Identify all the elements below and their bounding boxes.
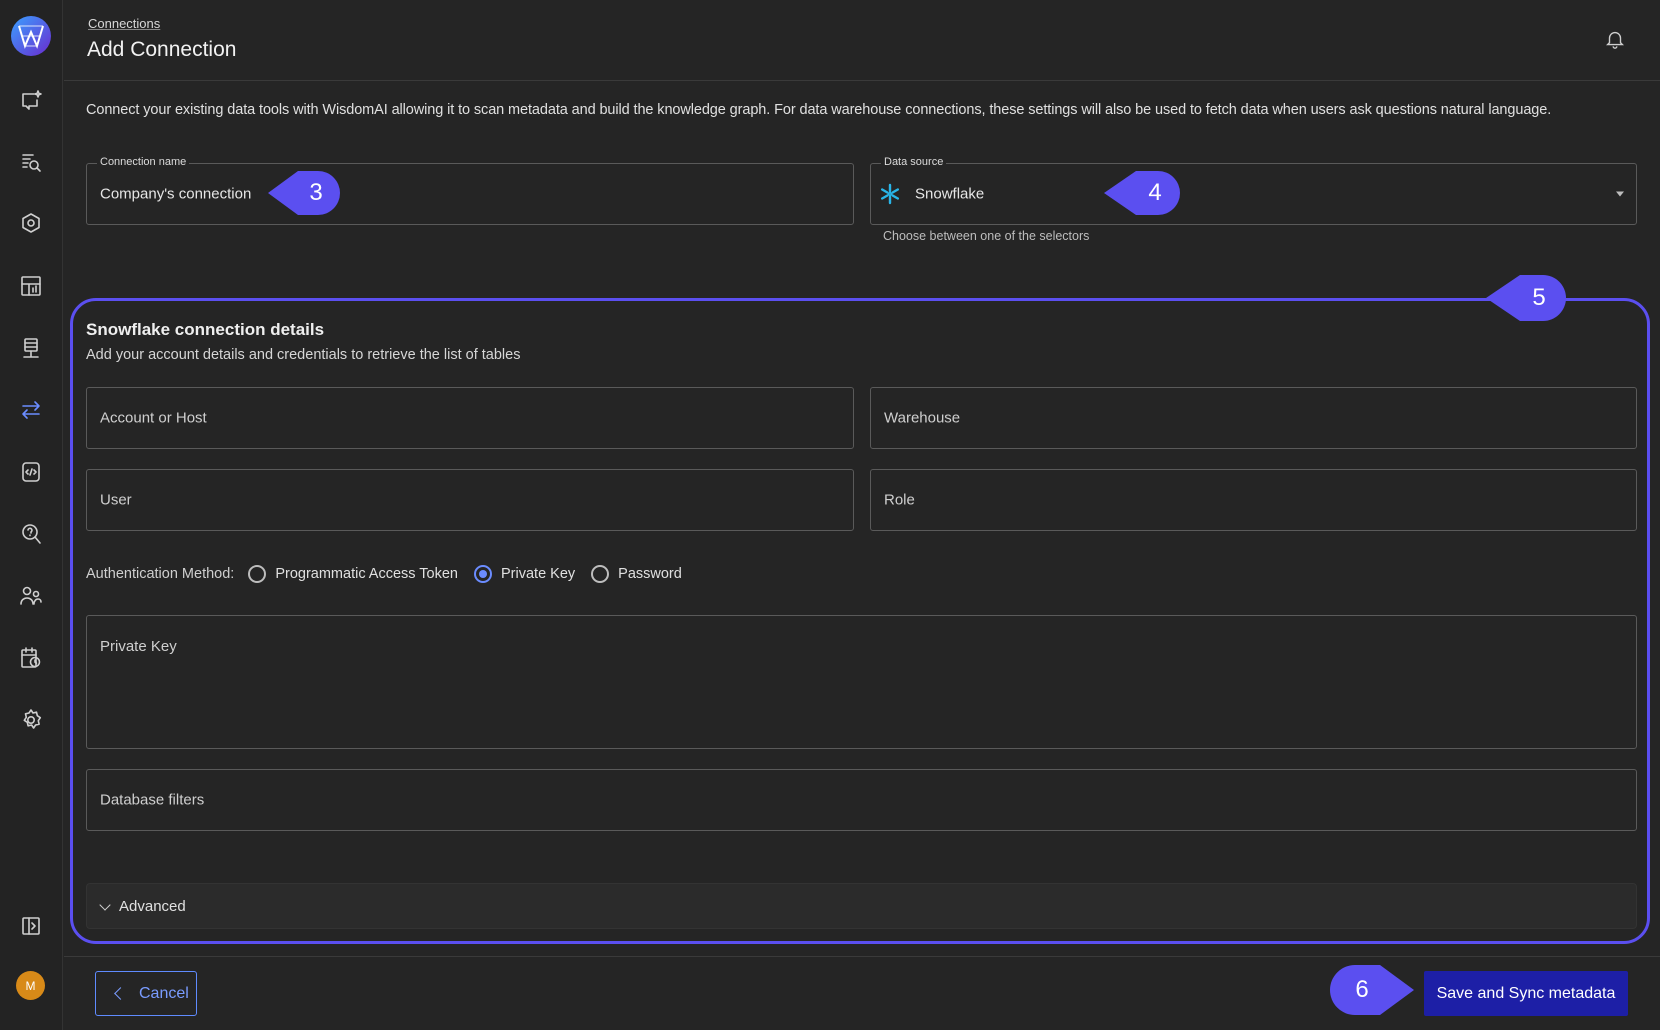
- data-source-value: Snowflake: [915, 185, 985, 203]
- page-header: Connections Add Connection: [64, 0, 1660, 81]
- callout-3: 3: [268, 171, 340, 215]
- database-filters-input[interactable]: Database filters: [86, 769, 1637, 831]
- callout-4: 4: [1104, 171, 1180, 215]
- radio-password[interactable]: Password: [591, 565, 682, 583]
- settings-gear-icon[interactable]: [17, 706, 45, 734]
- radio-private-key[interactable]: Private Key: [474, 565, 575, 583]
- data-source-label: Data source: [881, 156, 947, 168]
- callout-6: 6: [1330, 965, 1414, 1015]
- search-document-icon[interactable]: [17, 148, 45, 176]
- auth-method-row: Authentication Method: Programmatic Acce…: [86, 563, 698, 585]
- radio-circle-icon: [248, 565, 267, 583]
- users-icon[interactable]: [17, 582, 45, 610]
- section-subtitle: Add your account details and credentials…: [86, 347, 521, 363]
- code-file-icon[interactable]: [17, 458, 45, 486]
- callout-5-number: 5: [1532, 284, 1546, 311]
- notification-bell-icon[interactable]: [1604, 28, 1628, 52]
- data-server-icon[interactable]: [17, 334, 45, 362]
- callout-5: 5: [1486, 275, 1566, 321]
- role-input[interactable]: Role: [870, 469, 1637, 531]
- breadcrumb-connections[interactable]: Connections: [88, 16, 160, 31]
- help-search-icon[interactable]: [17, 520, 45, 548]
- callout-4-number: 4: [1148, 179, 1162, 206]
- warehouse-input[interactable]: Warehouse: [870, 387, 1637, 449]
- avatar-initial: M: [25, 978, 36, 993]
- dashboard-chart-icon[interactable]: [17, 272, 45, 300]
- callout-3-number: 3: [309, 179, 323, 206]
- advanced-label: Advanced: [119, 898, 186, 915]
- data-source-helper: Choose between one of the selectors: [883, 229, 1090, 243]
- radio-programmatic-access-token[interactable]: Programmatic Access Token: [248, 565, 458, 583]
- warehouse-placeholder: Warehouse: [884, 409, 961, 427]
- connection-name-field[interactable]: Connection name Company's connection: [86, 156, 854, 225]
- save-and-sync-button[interactable]: Save and Sync metadata: [1424, 971, 1628, 1016]
- advanced-accordion[interactable]: Advanced: [86, 883, 1637, 929]
- user-placeholder: User: [100, 491, 132, 509]
- auth-method-label: Authentication Method:: [86, 566, 235, 582]
- chat-sparkle-icon[interactable]: [17, 86, 45, 114]
- chevron-down-icon: [99, 899, 111, 911]
- section-title: Snowflake connection details: [86, 320, 325, 339]
- data-source-select[interactable]: Data source Snowflake: [870, 156, 1637, 225]
- database-filters-placeholder: Database filters: [100, 791, 205, 809]
- snowflake-icon: [878, 182, 902, 206]
- dropdown-arrow-icon: [1616, 191, 1624, 197]
- radio-label: Private Key: [501, 566, 576, 582]
- intro-text: Connect your existing data tools with Wi…: [86, 102, 1552, 118]
- connection-name-label: Connection name: [97, 156, 190, 168]
- radio-label: Programmatic Access Token: [275, 566, 458, 582]
- graph-hexagon-icon[interactable]: [17, 210, 45, 238]
- radio-label: Password: [618, 566, 682, 582]
- private-key-textarea[interactable]: Private Key: [86, 615, 1637, 749]
- radio-circle-icon: [591, 565, 610, 583]
- role-placeholder: Role: [884, 491, 915, 509]
- user-input[interactable]: User: [86, 469, 854, 531]
- calendar-clock-icon[interactable]: [17, 644, 45, 672]
- sidebar: M: [0, 0, 63, 1030]
- cancel-label: Cancel: [139, 984, 189, 1002]
- account-host-input[interactable]: Account or Host: [86, 387, 854, 449]
- footer-divider: [64, 956, 1660, 957]
- page-title: Add Connection: [87, 38, 237, 61]
- connections-arrows-icon[interactable]: [17, 396, 45, 424]
- account-host-placeholder: Account or Host: [100, 409, 207, 427]
- radio-checked-icon: [474, 565, 492, 583]
- wisdomai-logo-icon[interactable]: [10, 12, 52, 60]
- connection-name-value: Company's connection: [100, 185, 252, 203]
- collapse-panel-icon[interactable]: [17, 912, 45, 940]
- cancel-button[interactable]: Cancel: [95, 971, 197, 1016]
- private-key-placeholder: Private Key: [100, 638, 177, 655]
- chevron-left-icon: [114, 987, 127, 1000]
- avatar[interactable]: M: [16, 971, 45, 1000]
- save-label: Save and Sync metadata: [1436, 984, 1616, 1002]
- callout-6-number: 6: [1355, 976, 1369, 1003]
